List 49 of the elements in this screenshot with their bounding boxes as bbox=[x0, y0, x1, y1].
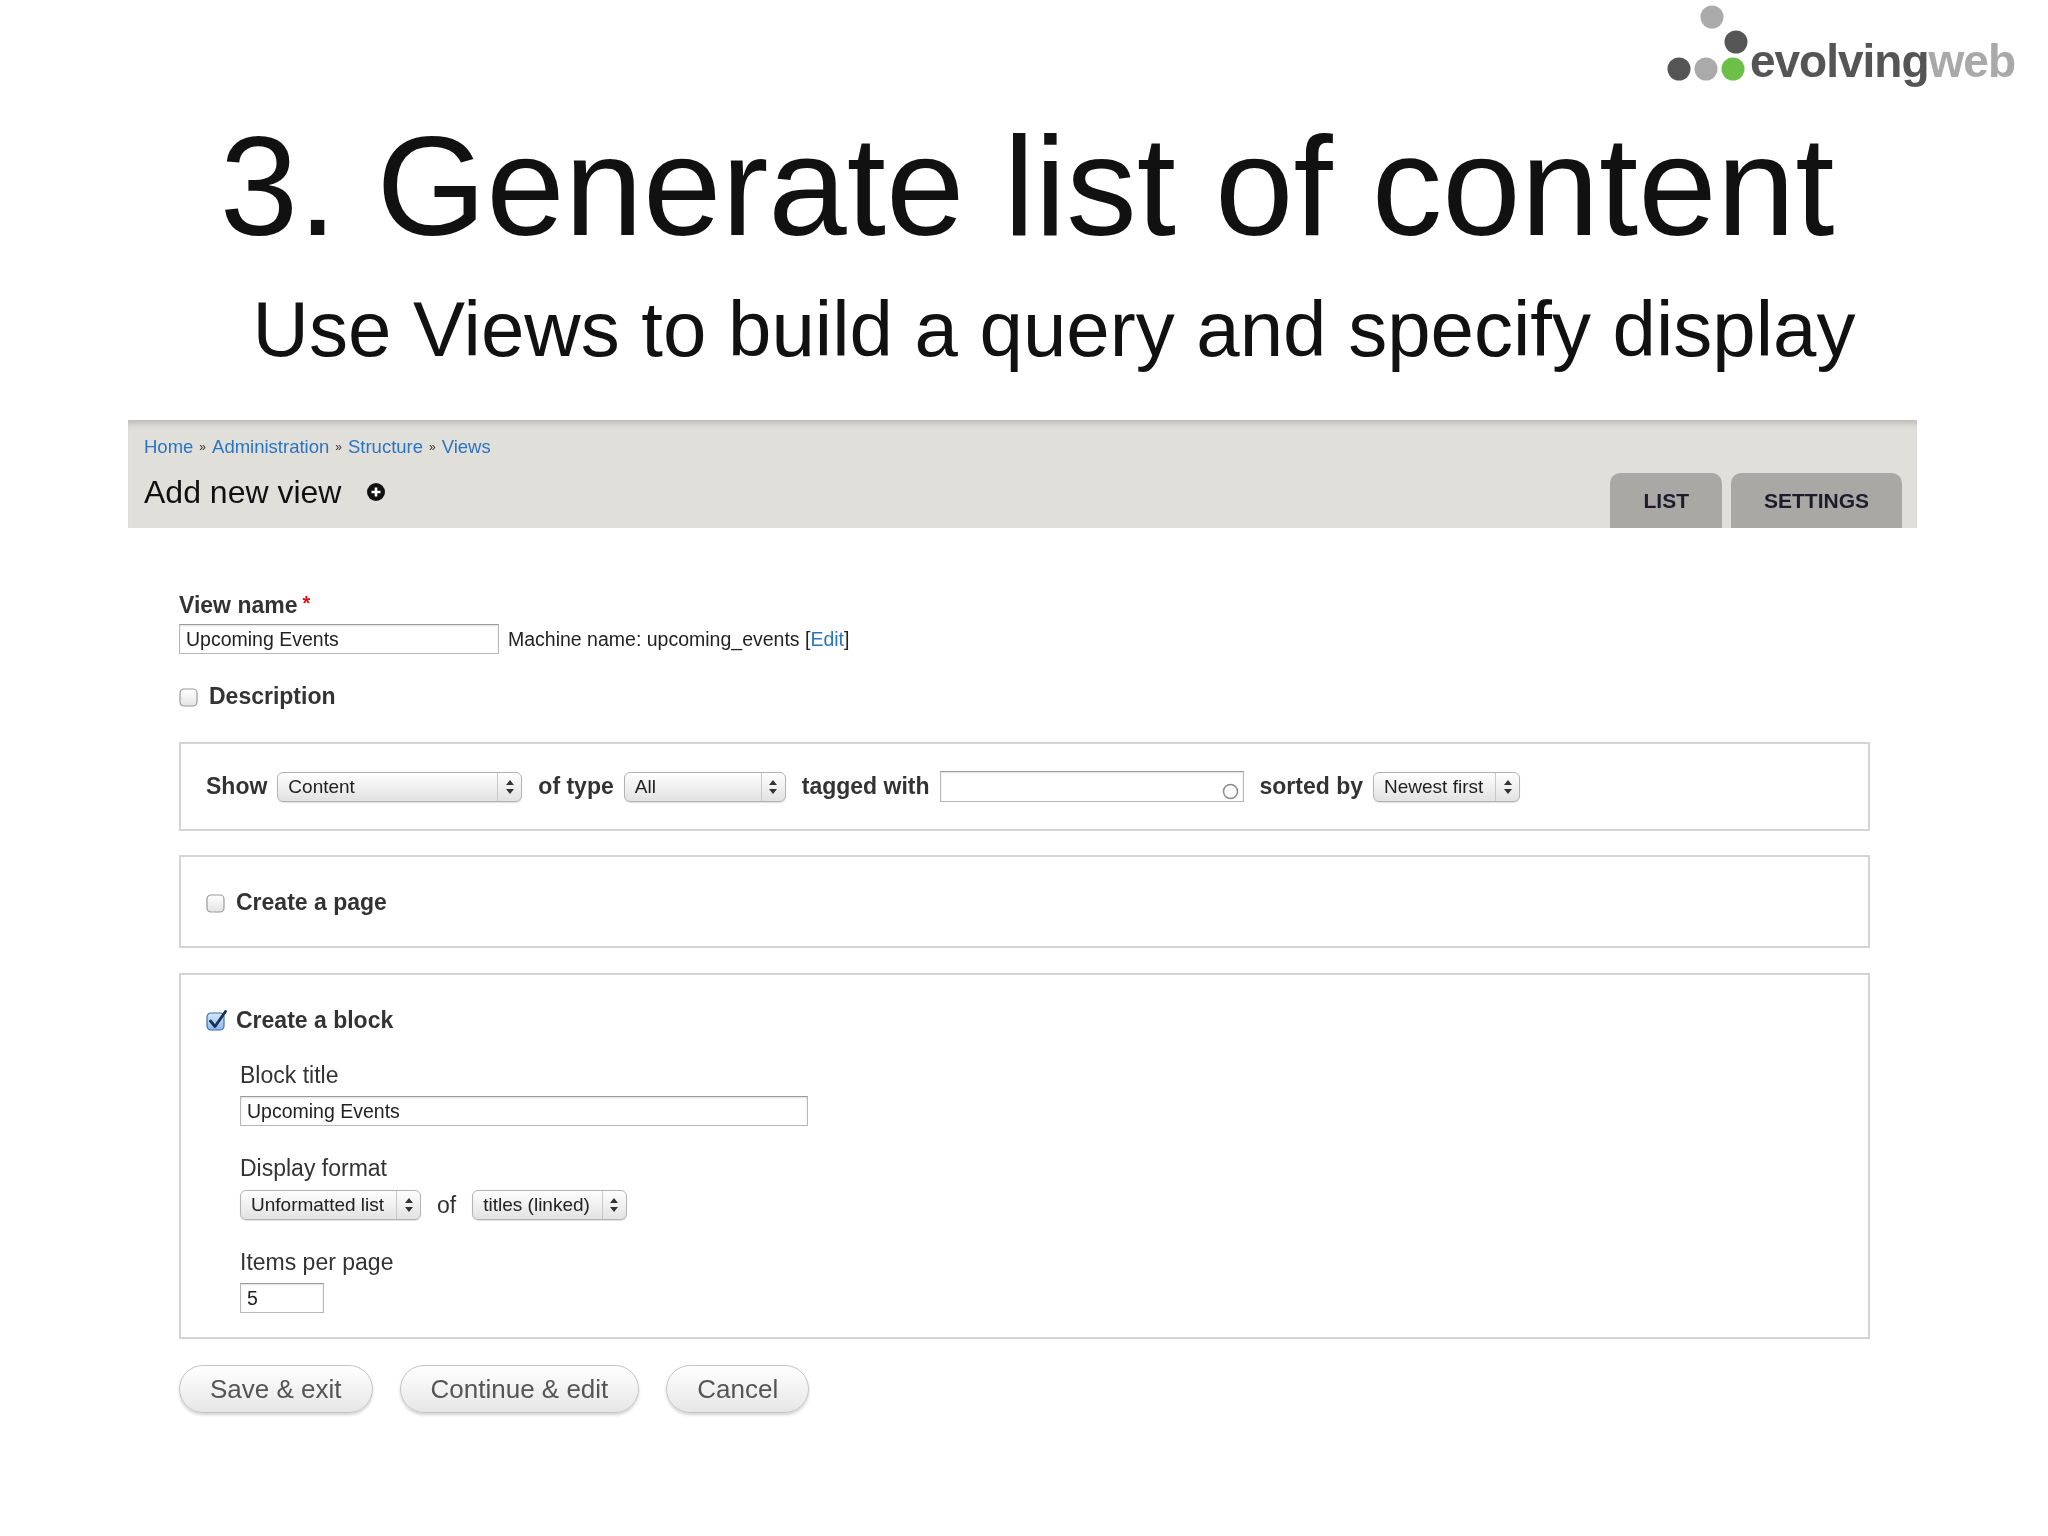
page-title: Add new view bbox=[144, 473, 342, 511]
plus-circle-icon[interactable] bbox=[367, 483, 386, 501]
breadcrumb-link[interactable]: Administration bbox=[212, 436, 330, 458]
checkbox[interactable] bbox=[179, 685, 200, 707]
breadcrumb-link[interactable]: Home bbox=[144, 436, 194, 458]
joiner-text: of bbox=[437, 1191, 457, 1219]
text-field[interactable]: Upcoming Events bbox=[179, 624, 499, 654]
breadcrumb-separator: » bbox=[199, 440, 207, 454]
checkbox-label: Create a block bbox=[236, 1006, 394, 1034]
number-field[interactable]: 5 bbox=[240, 1283, 324, 1313]
dropdown[interactable]: titles (linked) bbox=[472, 1190, 627, 1220]
circle-icon bbox=[1221, 783, 1239, 800]
up-down-arrows-icon bbox=[1503, 779, 1512, 794]
slide-title: 3. Generate list of content bbox=[218, 116, 1836, 257]
tab[interactable]: SETTINGS bbox=[1731, 473, 1902, 528]
dropdown[interactable]: Newest first bbox=[1373, 771, 1521, 802]
breadcrumb-separator: » bbox=[429, 440, 436, 454]
breadcrumb-link[interactable]: Views bbox=[441, 436, 491, 458]
autocomplete-field[interactable] bbox=[939, 771, 1244, 802]
up-down-arrows-icon bbox=[610, 1198, 619, 1212]
query-label: of type bbox=[538, 773, 614, 800]
machine-name-text: Machine name: upcoming_events [Edit] bbox=[508, 627, 850, 651]
dots-logo-icon bbox=[1666, 5, 1748, 82]
dropdown[interactable]: Unformatted list bbox=[240, 1190, 422, 1220]
checkbox[interactable] bbox=[206, 891, 227, 913]
tab[interactable]: LIST bbox=[1610, 473, 1722, 528]
up-down-arrows-icon bbox=[404, 1198, 413, 1212]
required-mark: * bbox=[302, 592, 311, 615]
query-label: Show bbox=[206, 773, 268, 800]
up-down-arrows-icon bbox=[505, 779, 514, 794]
edit-link[interactable]: Edit bbox=[810, 627, 845, 650]
checkbox-label: Create a page bbox=[236, 888, 387, 916]
text-field[interactable]: Upcoming Events bbox=[240, 1096, 808, 1126]
dropdown[interactable]: Content bbox=[277, 771, 523, 802]
field-label: View name bbox=[179, 591, 298, 619]
form-button[interactable]: Cancel bbox=[666, 1365, 810, 1413]
breadcrumb-separator: » bbox=[335, 440, 342, 454]
checkbox[interactable] bbox=[206, 1009, 227, 1031]
query-label: sorted by bbox=[1259, 773, 1364, 800]
up-down-arrows-icon bbox=[769, 779, 778, 794]
field-label: Display format bbox=[240, 1155, 387, 1181]
checkbox-label: Description bbox=[209, 682, 336, 710]
field-label: Items per page bbox=[240, 1249, 394, 1275]
query-label: tagged with bbox=[801, 773, 930, 800]
breadcrumb-link[interactable]: Structure bbox=[347, 436, 423, 458]
form-button[interactable]: Save & exit bbox=[179, 1365, 373, 1413]
dropdown[interactable]: All bbox=[623, 771, 786, 802]
field-label: Block title bbox=[240, 1062, 339, 1088]
form-button[interactable]: Continue & edit bbox=[399, 1365, 640, 1413]
